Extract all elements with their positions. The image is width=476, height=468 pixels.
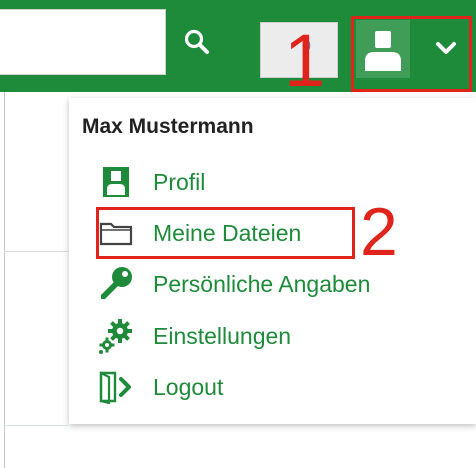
menu-item-label: Logout (153, 373, 224, 400)
gears-icon (96, 319, 136, 354)
highlight-user-menu (351, 16, 472, 92)
step-marker-1: 1 (284, 19, 326, 102)
row-divider (4, 425, 68, 426)
row-divider (4, 251, 68, 252)
menu-item-profil[interactable]: Profil (96, 162, 456, 202)
search-button[interactable] (166, 9, 228, 75)
profile-icon (96, 165, 136, 199)
search-icon (184, 29, 209, 54)
highlight-meine-dateien (96, 207, 355, 259)
key-icon (96, 267, 136, 301)
search-input[interactable] (0, 9, 166, 75)
menu-item-persoenliche-angaben[interactable]: Persönliche Angaben (96, 264, 456, 304)
user-name: Max Mustermann (82, 115, 254, 138)
page-border (4, 92, 5, 468)
menu-item-label: Persönliche Angaben (153, 270, 371, 297)
step-marker-2: 2 (360, 194, 398, 270)
logout-icon (96, 370, 136, 404)
menu-item-label: Einstellungen (153, 322, 292, 349)
menu-item-einstellungen[interactable]: Einstellungen (96, 316, 456, 356)
menu-item-label: Profil (153, 168, 206, 195)
menu-item-logout[interactable]: Logout (96, 367, 456, 407)
